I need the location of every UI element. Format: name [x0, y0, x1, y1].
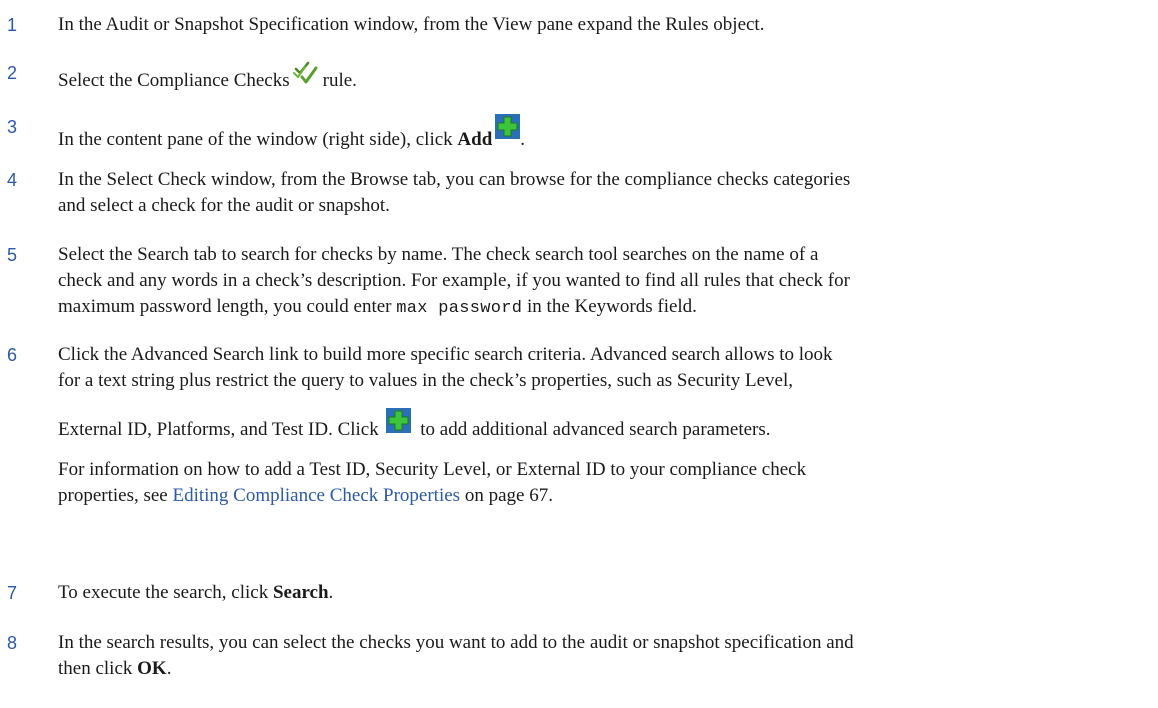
step-number: 7 — [7, 583, 18, 603]
step-number: 1 — [7, 15, 18, 35]
step-text: In the content pane of the window (right… — [58, 114, 1148, 153]
step-text: In the Audit or Snapshot Specification w… — [58, 14, 765, 35]
step-text-line: Click the Advanced Search link to build … — [58, 344, 833, 365]
green-plus-icon — [495, 114, 521, 139]
step-text-before: properties, see — [58, 485, 173, 506]
add-label: Add — [457, 129, 493, 150]
step-text-before: maximum password length, you could enter — [58, 296, 397, 317]
step-text-line: for a text string plus restrict the quer… — [58, 370, 793, 391]
step-number: 4 — [7, 170, 18, 190]
step-number: 5 — [7, 245, 18, 265]
ok-label: OK — [137, 658, 167, 679]
step-text-line: maximum password length, you could enter… — [58, 294, 1148, 322]
step-text: To execute the search, click Search. — [58, 580, 1148, 606]
step-text-before: Select the Compliance Checks — [58, 70, 290, 91]
step-text-after: . — [166, 658, 172, 679]
search-label: Search — [272, 582, 329, 603]
compliance-checks-icon — [292, 61, 318, 84]
step-text-line: In the Select Check window, from the Bro… — [58, 169, 851, 190]
step-text-after: in the Keywords field. — [522, 296, 697, 317]
step-text-line: check and any words in a check’s descrip… — [58, 270, 850, 291]
step-number: 3 — [7, 117, 18, 137]
step-text-line: and select a check for the audit or snap… — [58, 195, 390, 216]
step-number: 2 — [7, 63, 18, 83]
green-plus-icon — [386, 408, 412, 433]
step-text-line: Select the Search tab to search for chec… — [58, 244, 819, 265]
step-text-line: External ID, Platforms, and Test ID. Cli… — [58, 408, 1148, 443]
step-text-before: To execute the search, click — [58, 582, 273, 603]
step-text: Select the Compliance Checks rule. — [58, 60, 1148, 94]
editing-compliance-check-properties-link[interactable]: Editing Compliance Check Properties — [172, 485, 460, 506]
step-number: 6 — [7, 345, 18, 365]
keywords-code: max password — [396, 299, 523, 318]
step-text-after: . — [520, 129, 526, 150]
step-text-after: rule. — [322, 70, 357, 91]
step-text-after: . — [328, 582, 334, 603]
step-note-line: properties, see Editing Compliance Check… — [58, 483, 1148, 509]
step-text-line: In the search results, you can select th… — [58, 632, 854, 653]
step-note-line: For information on how to add a Test ID,… — [58, 459, 807, 480]
step-text-line: then click OK. — [58, 656, 1148, 682]
step-text-after: to add additional advanced search parame… — [415, 419, 771, 440]
step-number: 8 — [7, 633, 18, 653]
step-text-before: then click — [58, 658, 138, 679]
step-text-before: In the content pane of the window (right… — [58, 129, 458, 150]
step-text-before: External ID, Platforms, and Test ID. Cli… — [58, 419, 384, 440]
step-text-after: on page 67. — [460, 485, 553, 506]
